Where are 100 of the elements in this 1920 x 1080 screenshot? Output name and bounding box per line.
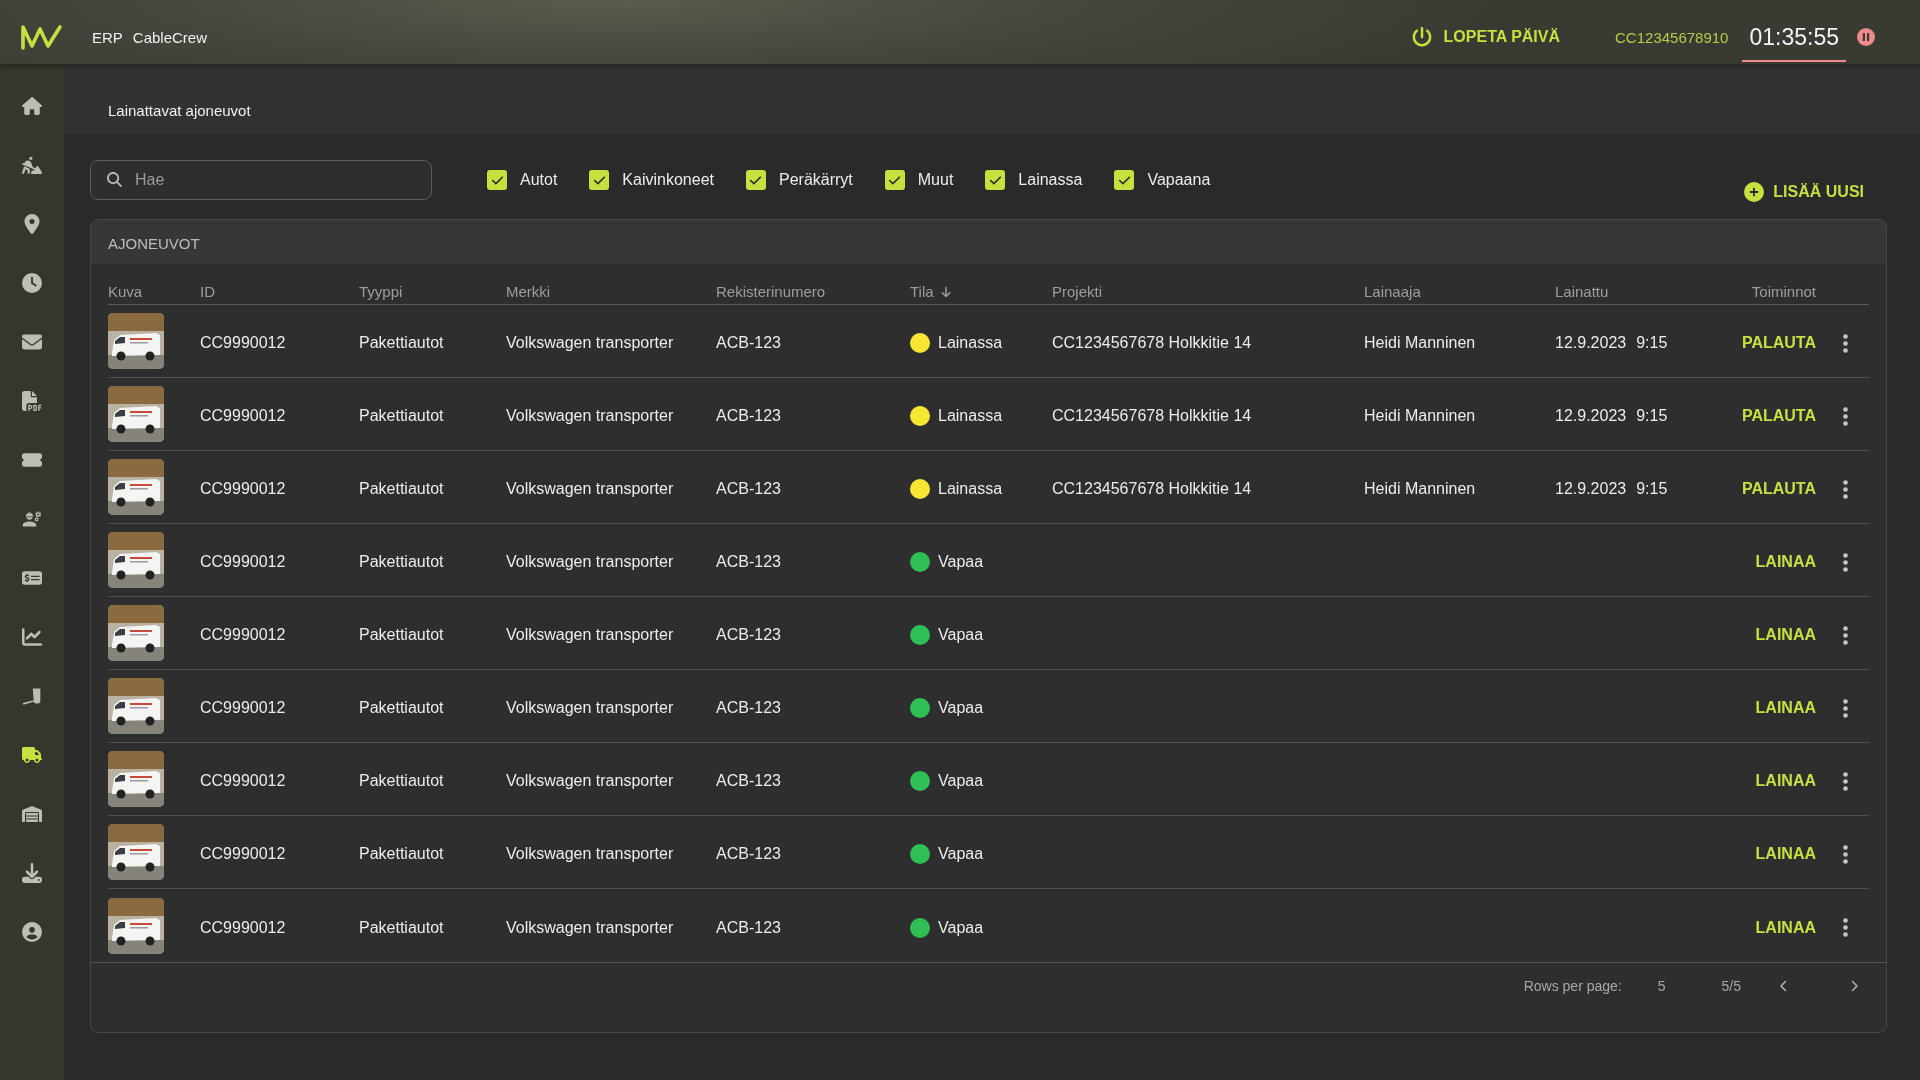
table-cell-text: ACB-123 (716, 772, 782, 790)
table-cell-text: Pakettiautot (359, 480, 445, 498)
kebab-menu-icon (1843, 844, 1848, 864)
pause-button[interactable] (1857, 28, 1875, 46)
checkbox-label[interactable]: Autot (520, 171, 558, 189)
van-drawing (108, 751, 164, 807)
page-indicator: 5/5 (1721, 978, 1741, 994)
checkbox-label[interactable]: Kaivinkoneet (622, 171, 714, 189)
kebab-menu-icon (1843, 918, 1848, 937)
table-cell-text: CC9990012 (200, 480, 287, 498)
date-text: 12.9.2023 (1555, 480, 1627, 498)
time-text: 9:15 (1636, 480, 1668, 498)
column-header[interactable]: Tyyppi (359, 283, 403, 300)
kebab-menu-icon (1843, 771, 1848, 791)
status-label: Lainassa (938, 334, 1003, 352)
warehouse-icon (22, 803, 42, 824)
status-label: Vapaa (938, 699, 984, 717)
add-new-button[interactable]: LISÄÄ UUSI (1744, 182, 1864, 202)
table-cell-text: Pakettiautot (359, 407, 445, 425)
column-header[interactable]: Projekti (1052, 283, 1103, 300)
checkbox[interactable] (487, 170, 507, 190)
column-header[interactable]: ID (200, 283, 215, 300)
van-drawing (108, 313, 164, 369)
sort-arrow-icon (939, 285, 952, 298)
checkbox-label[interactable]: Vapaana (1147, 171, 1211, 189)
end-day-button[interactable]: LOPETA PÄIVÄ (1411, 27, 1561, 47)
kebab-menu-icon (1843, 333, 1848, 353)
status-label: Vapaa (938, 626, 984, 644)
table-cell-text: ACB-123 (716, 480, 782, 498)
column-header[interactable]: Lainattu (1555, 283, 1609, 300)
table-cell: CC1234567678 Holkkitie 14 (1052, 334, 1252, 351)
search-field[interactable]: Hae (90, 160, 432, 200)
table-cell-text: CC9990012 (200, 918, 287, 937)
status-label: Vapaa (938, 918, 984, 937)
action-button[interactable]: PALAUTA (1741, 480, 1816, 498)
user-id: CC12345678910 (1615, 28, 1729, 46)
date-text: 12.9.2023 (1555, 334, 1627, 352)
checkmark-icon (888, 173, 902, 187)
table-cell-text: Pakettiautot (359, 699, 445, 717)
action-button[interactable]: LAINAA (1755, 553, 1816, 571)
column-header[interactable]: Rekisterinumero (716, 283, 826, 300)
rows-per-page-label: Rows per page: (1523, 978, 1622, 994)
checkbox[interactable] (589, 170, 610, 190)
kebab-menu-icon (1843, 625, 1848, 645)
plus-icon (1744, 182, 1765, 202)
table-cell-text: ACB-123 (716, 407, 782, 425)
kebab-menu-icon (1843, 406, 1848, 426)
clock-icon (22, 272, 42, 293)
van-drawing (108, 459, 164, 515)
column-header[interactable]: Merkki (506, 283, 551, 300)
table-cell: Heidi Manninen (1364, 334, 1476, 351)
company-name: CableCrew (132, 28, 208, 46)
checkbox[interactable] (985, 170, 1006, 190)
table-cell-text: Pakettiautot (359, 918, 445, 937)
van-drawing (108, 605, 164, 661)
checkmark-icon (592, 173, 606, 187)
rows-per-page-select[interactable]: 5 (1657, 978, 1666, 994)
time-text: 9:15 (1636, 334, 1668, 352)
kebab-menu-icon (1843, 698, 1848, 718)
column-header[interactable]: Lainaaja (1364, 283, 1421, 300)
status-label: Lainassa (938, 480, 1003, 498)
table-cell-text: Pakettiautot (359, 772, 445, 790)
checkbox[interactable] (746, 170, 766, 190)
checkbox[interactable] (1114, 170, 1135, 190)
action-button[interactable]: LAINAA (1755, 772, 1816, 790)
column-header[interactable]: Toiminnot (1751, 283, 1822, 300)
checkbox[interactable] (884, 170, 905, 190)
logo (20, 24, 64, 50)
location-pin-icon (22, 213, 42, 234)
table-cell-text: Volkswagen transporter (506, 845, 675, 863)
action-button[interactable]: LAINAA (1755, 699, 1816, 717)
column-header[interactable]: Tila (910, 283, 952, 300)
table-cell-text: CC9990012 (200, 553, 287, 571)
action-button[interactable]: PALAUTA (1741, 334, 1816, 352)
action-button[interactable]: LAINAA (1755, 918, 1816, 937)
app-name: ERP (92, 28, 123, 46)
digging-worker-icon (22, 154, 42, 175)
van-drawing (108, 824, 164, 880)
table-cell-text: CC9990012 (200, 699, 287, 717)
status-label: Vapaa (938, 553, 984, 571)
action-button[interactable]: LAINAA (1755, 626, 1816, 644)
time-text: 9:15 (1636, 407, 1668, 425)
action-button[interactable]: LAINAA (1755, 845, 1816, 863)
checkbox-label[interactable]: Lainassa (1018, 171, 1083, 189)
column-header[interactable]: Kuva (108, 283, 143, 300)
van-drawing (108, 532, 164, 588)
table-cell-text: ACB-123 (716, 553, 782, 571)
checkmark-icon (988, 173, 1002, 187)
table-cell-text: CC9990012 (200, 626, 287, 644)
checkbox-label[interactable]: Muut (917, 171, 954, 189)
table-cell-text: Volkswagen transporter (506, 553, 675, 571)
pause-icon (1857, 28, 1875, 46)
date-text: 12.9.2023 (1555, 407, 1627, 425)
download-icon (22, 862, 42, 883)
table-cell-text: Volkswagen transporter (506, 699, 675, 717)
timer: 01:35:55 (1742, 18, 1846, 62)
table-cell-text: CC9990012 (200, 845, 287, 863)
checkbox-label[interactable]: Peräkärryt (779, 171, 853, 189)
action-button[interactable]: PALAUTA (1741, 407, 1816, 425)
table-cell-text: Pakettiautot (359, 845, 445, 863)
